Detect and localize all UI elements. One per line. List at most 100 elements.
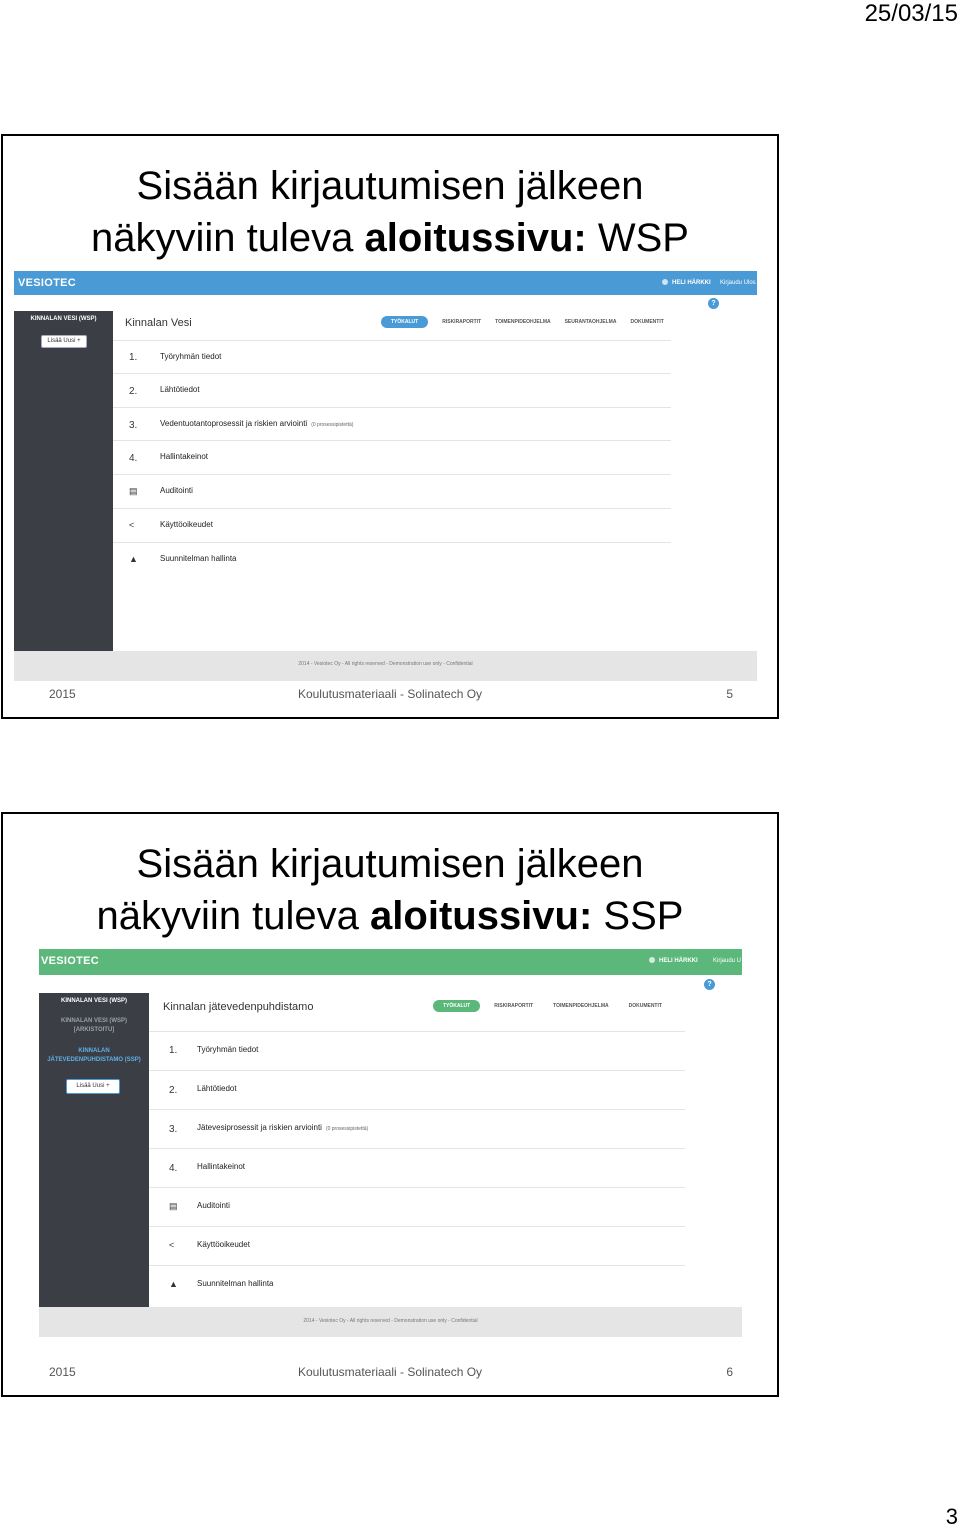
main-panel: Kinnalan Vesi TYÖKALUT RISKIRAPORTIT TOI… [113,311,673,651]
list-item[interactable]: 1. Työryhmän tiedot [149,1031,685,1071]
item-sublabel: (0 prosessipistettä) [311,422,354,428]
footer-text: Koulutusmateriaali - Solinatech Oy [297,1365,483,1379]
item-label: Käyttöoikeudet [197,1240,250,1249]
sidebar: KINNALAN VESI (WSP) KINNALAN VESI (WSP) … [39,993,149,1307]
title-suffix: WSP [586,216,689,260]
app-brand: VESIOTEC [41,955,100,967]
item-sublabel: (0 prosessipistettä) [325,1126,369,1132]
slide-wsp: Sisään kirjautumisen jälkeen näkyviin tu… [1,134,779,719]
tab-seurantaohjelma[interactable]: SEURANTAOHJELMA [565,319,617,325]
item-label: Hallintakeinot [160,452,209,461]
app-footer: 2014 - Vesiotec Oy - All rights reserved… [14,651,757,681]
item-label: Jätevesiprosessit ja riskien arviointi (0… [197,1123,368,1132]
item-label: Työryhmän tiedot [160,352,222,361]
add-new-button[interactable]: Lisää Uusi + [66,1079,120,1094]
title-suffix: SSP [592,894,684,938]
list-item[interactable]: 4. Hallintakeinot [149,1148,685,1188]
tool-list: 1. Työryhmän tiedot 2. Lähtötiedot 3. Ve… [113,340,671,580]
sidebar-item-jatevedenpuhdistamo[interactable]: KINNALAN JÄTEVEDENPUHDISTAMO (SSP) [39,1047,149,1065]
project-title: Kinnalan Vesi [125,317,192,329]
header-date: 25/03/15 [864,0,958,27]
item-label-text: Vedentuotantoprosessit ja riskien arvioi… [160,419,308,428]
slide-number: 6 [726,1365,733,1379]
tab-dokumentit[interactable]: DOKUMENTIT [630,319,663,325]
user-icon [649,957,655,963]
title-bold: aloitussivu: [370,894,593,938]
list-item[interactable]: ▤ Auditointi [149,1187,685,1227]
item-label: Auditointi [197,1201,230,1210]
page-number: 3 [945,1504,958,1529]
slide-title: Sisään kirjautumisen jälkeen näkyviin tu… [3,838,777,942]
item-label: Auditointi [160,486,193,495]
list-item[interactable]: 4. Hallintakeinot [113,440,671,474]
sidebar-item-kinnalan-vesi[interactable]: KINNALAN VESI (WSP) [39,997,149,1006]
item-number: 2. [169,1085,178,1096]
slide-title: Sisään kirjautumisen jälkeen näkyviin tu… [3,160,777,264]
tab-bar: TYÖKALUT RISKIRAPORTIT TOIMENPIDEOHJELMA… [433,1000,676,1012]
list-item[interactable]: < Käyttöoikeudet [149,1226,685,1266]
item-number: 3. [169,1124,178,1135]
slide-ssp: Sisään kirjautumisen jälkeen näkyviin tu… [1,812,779,1397]
document-icon: ▤ [169,1201,178,1211]
user-name[interactable]: HELI HÄRKKI [672,280,711,286]
help-button[interactable]: ? [708,298,719,309]
tab-toimenpideohjelma[interactable]: TOIMENPIDEOHJELMA [553,1003,608,1009]
item-number: 4. [169,1163,178,1174]
item-number: 3. [129,420,138,431]
app-screenshot: VESIOTEC HELI HÄRKKI Kirjaudu Ulos ? KIN… [14,271,757,681]
warning-icon: ▲ [169,1279,178,1289]
sidebar-item-archived[interactable]: KINNALAN VESI (WSP) [ARKISTOITU] [39,1017,149,1035]
user-name[interactable]: HELI HÄRKKI [659,958,698,964]
logout-link[interactable]: Kirjaudu U [713,958,741,964]
item-label-text: Jätevesiprosessit ja riskien arviointi [197,1123,322,1132]
document-icon: ▤ [129,486,138,496]
list-item[interactable]: ▤ Auditointi [113,474,671,508]
item-label: Vedentuotantoprosessit ja riskien arvioi… [160,419,353,428]
share-icon: < [169,1240,175,1250]
list-item[interactable]: 3. Jätevesiprosessit ja riskien arvioint… [149,1109,685,1149]
list-item[interactable]: ▲ Suunnitelman hallinta [149,1265,685,1305]
logout-link[interactable]: Kirjaudu Ulos [720,280,756,286]
warning-icon: ▲ [129,554,138,564]
project-title: Kinnalan jätevedenpuhdistamo [163,1001,314,1013]
list-item[interactable]: 2. Lähtötiedot [149,1070,685,1110]
list-item[interactable]: 1. Työryhmän tiedot [113,340,671,374]
footer-text: Koulutusmateriaali - Solinatech Oy [297,687,483,701]
item-number: 4. [129,453,138,464]
main-panel: Kinnalan jätevedenpuhdistamo TYÖKALUT RI… [149,993,687,1307]
tab-riskiraportit[interactable]: RISKIRAPORTIT [442,319,481,325]
app-screenshot: VESIOTEC HELI HÄRKKI Kirjaudu U ? KINNAL… [39,949,742,1337]
list-item[interactable]: 3. Vedentuotantoprosessit ja riskien arv… [113,407,671,441]
tab-bar: TYÖKALUT RISKIRAPORTIT TOIMENPIDEOHJELMA… [381,316,678,328]
user-icon [662,279,668,285]
item-number: 1. [129,352,138,363]
tab-riskiraportit[interactable]: RISKIRAPORTIT [494,1003,533,1009]
sidebar: KINNALAN VESI (WSP) Lisää Uusi + [14,311,113,651]
title-bold: aloitussivu: [364,216,587,260]
item-number: 2. [129,386,138,397]
tab-tyokalut[interactable]: TYÖKALUT [381,316,429,328]
tab-tyokalut[interactable]: TYÖKALUT [433,1000,481,1012]
item-label: Hallintakeinot [197,1162,246,1171]
tool-list: 1. Työryhmän tiedot 2. Lähtötiedot 3. Jä… [149,1031,685,1307]
app-topbar: VESIOTEC HELI HÄRKKI Kirjaudu Ulos [14,271,757,295]
item-label: Suunnitelman hallinta [197,1279,274,1288]
item-number: 1. [169,1045,178,1056]
item-label: Työryhmän tiedot [197,1045,259,1054]
list-item[interactable]: < Käyttöoikeudet [113,508,671,542]
tab-toimenpideohjelma[interactable]: TOIMENPIDEOHJELMA [495,319,550,325]
app-footer: 2014 - Vesiotec Oy - All rights reserved… [39,1307,742,1337]
add-new-button[interactable]: Lisää Uusi + [41,335,87,348]
app-topbar: VESIOTEC HELI HÄRKKI Kirjaudu U [39,949,742,975]
sidebar-item-kinnalan-vesi[interactable]: KINNALAN VESI (WSP) [14,315,113,324]
help-button[interactable]: ? [704,979,715,990]
item-label: Lähtötiedot [197,1084,237,1093]
list-item[interactable]: 2. Lähtötiedot [113,373,671,407]
slide-number: 5 [726,687,733,701]
item-label: Lähtötiedot [160,385,200,394]
item-label: Käyttöoikeudet [160,520,213,529]
list-item[interactable]: ▲ Suunnitelman hallinta [113,542,671,576]
share-icon: < [129,520,135,530]
item-label: Suunnitelman hallinta [160,554,237,563]
tab-dokumentit[interactable]: DOKUMENTIT [629,1003,662,1009]
